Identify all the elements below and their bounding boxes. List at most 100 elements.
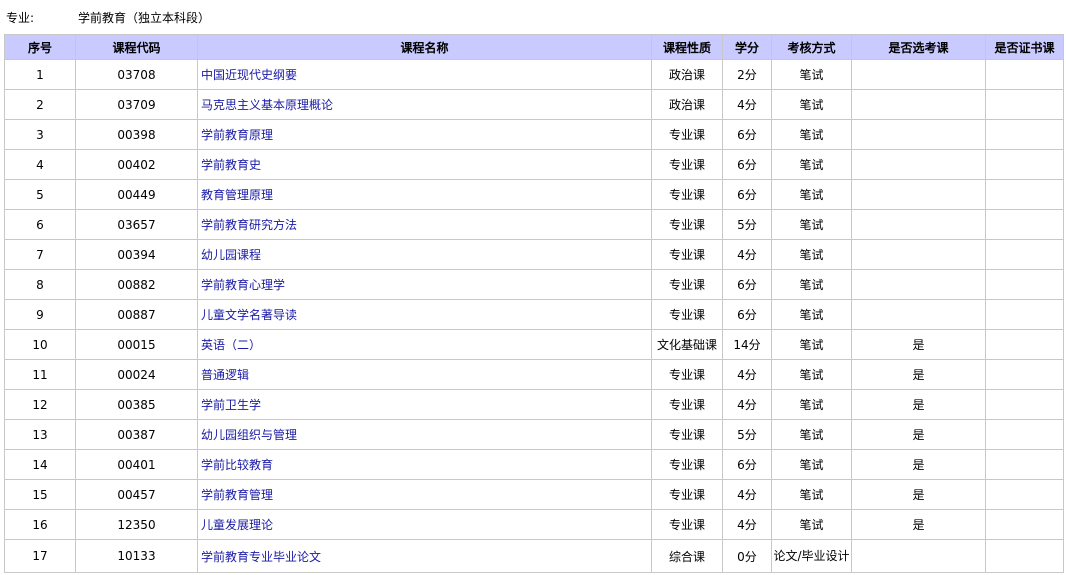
cell-cert [985,89,1064,120]
course-name-link[interactable]: 学前教育心理学 [201,278,285,292]
course-name-link[interactable]: 学前教育管理 [201,488,273,502]
course-name-link[interactable]: 学前卫生学 [201,398,261,412]
cell-exam: 笔试 [771,119,852,150]
table-row: 8 00882 学前教育心理学 专业课 6分 笔试 [4,269,1064,300]
cell-credit: 4分 [722,239,772,270]
column-header-credit: 学分 [722,34,772,60]
cell-credit: 4分 [722,359,772,390]
cell-type: 专业课 [651,389,723,420]
cell-cert [985,239,1064,270]
cell-code: 00394 [75,239,198,270]
course-name-link[interactable]: 学前比较教育 [201,458,273,472]
cell-credit: 14分 [722,329,772,360]
cell-code: 00887 [75,299,198,330]
cell-elective: 是 [851,479,986,510]
course-name-link[interactable]: 学前教育专业毕业论文 [201,550,321,564]
cell-type: 专业课 [651,269,723,300]
cell-cert [985,149,1064,180]
cell-elective: 是 [851,419,986,450]
cell-elective: 是 [851,329,986,360]
cell-name: 幼儿园组织与管理 [197,419,652,450]
cell-elective: 是 [851,359,986,390]
cell-name: 学前教育史 [197,149,652,180]
table-row: 9 00887 儿童文学名著导读 专业课 6分 笔试 [4,299,1064,330]
table-row: 12 00385 学前卫生学 专业课 4分 笔试是 [4,389,1064,420]
major-line: 专业: 学前教育（独立本科段） [6,9,210,27]
cell-credit: 4分 [722,89,772,120]
course-name-link[interactable]: 普通逻辑 [201,368,249,382]
course-name-link[interactable]: 学前教育史 [201,158,261,172]
cell-type: 专业课 [651,419,723,450]
cell-elective: 是 [851,449,986,480]
cell-no: 14 [4,449,76,480]
major-value: 学前教育（独立本科段） [78,11,211,25]
column-header-cert: 是否证书课 [985,34,1064,60]
course-name-link[interactable]: 教育管理原理 [201,188,273,202]
column-header-code: 课程代码 [75,34,198,60]
cell-exam: 笔试 [771,239,852,270]
cell-credit: 0分 [722,539,772,573]
cell-cert [985,59,1064,90]
cell-type: 专业课 [651,359,723,390]
cell-no: 1 [4,59,76,90]
cell-no: 15 [4,479,76,510]
table-row: 7 00394 幼儿园课程 专业课 4分 笔试 [4,239,1064,270]
cell-type: 专业课 [651,179,723,210]
cell-credit: 6分 [722,299,772,330]
cell-elective: 是 [851,509,986,540]
cell-code: 03657 [75,209,198,240]
cell-exam: 论文/毕业设计 [771,539,852,573]
cell-type: 专业课 [651,509,723,540]
cell-credit: 4分 [722,509,772,540]
course-name-link[interactable]: 儿童发展理论 [201,518,273,532]
table-row: 16 12350 儿童发展理论 专业课 4分 笔试是 [4,509,1064,540]
cell-credit: 4分 [722,479,772,510]
cell-no: 7 [4,239,76,270]
cell-elective [851,299,986,330]
course-name-link[interactable]: 英语（二） [201,338,261,352]
course-name-link[interactable]: 马克思主义基本原理概论 [201,98,333,112]
cell-type: 专业课 [651,209,723,240]
course-name-link[interactable]: 幼儿园课程 [201,248,261,262]
cell-type: 专业课 [651,479,723,510]
course-name-link[interactable]: 幼儿园组织与管理 [201,428,297,442]
cell-credit: 6分 [722,149,772,180]
table-row: 17 10133 学前教育专业毕业论文 综合课 0分 论文/毕业设计 [4,539,1064,573]
course-name-link[interactable]: 儿童文学名著导读 [201,308,297,322]
cell-exam: 笔试 [771,479,852,510]
cell-type: 专业课 [651,299,723,330]
course-name-link[interactable]: 中国近现代史纲要 [201,68,297,82]
cell-no: 16 [4,509,76,540]
cell-cert [985,269,1064,300]
cell-name: 马克思主义基本原理概论 [197,89,652,120]
major-label: 专业: [6,11,35,25]
cell-exam: 笔试 [771,209,852,240]
cell-exam: 笔试 [771,359,852,390]
cell-no: 3 [4,119,76,150]
column-header-elective: 是否选考课 [851,34,986,60]
table-header-row: 序号 课程代码 课程名称 课程性质 学分 考核方式 是否选考课 是否证书课 [4,34,1064,60]
course-name-link[interactable]: 学前教育原理 [201,128,273,142]
table-row: 15 00457 学前教育管理 专业课 4分 笔试是 [4,479,1064,510]
cell-exam: 笔试 [771,149,852,180]
cell-type: 政治课 [651,89,723,120]
cell-exam: 笔试 [771,269,852,300]
table-row: 2 03709 马克思主义基本原理概论 政治课 4分 笔试 [4,89,1064,120]
cell-no: 6 [4,209,76,240]
cell-code: 00401 [75,449,198,480]
course-name-link[interactable]: 学前教育研究方法 [201,218,297,232]
cell-exam: 笔试 [771,449,852,480]
table-row: 6 03657 学前教育研究方法 专业课 5分 笔试 [4,209,1064,240]
cell-type: 专业课 [651,449,723,480]
cell-elective [851,149,986,180]
cell-elective: 是 [851,389,986,420]
table-row: 1 03708 中国近现代史纲要 政治课 2分 笔试 [4,59,1064,90]
cell-elective [851,209,986,240]
cell-name: 儿童文学名著导读 [197,299,652,330]
cell-name: 普通逻辑 [197,359,652,390]
cell-name: 学前教育心理学 [197,269,652,300]
cell-type: 综合课 [651,539,723,573]
cell-cert [985,299,1064,330]
table-row: 3 00398 学前教育原理 专业课 6分 笔试 [4,119,1064,150]
cell-name: 学前教育研究方法 [197,209,652,240]
